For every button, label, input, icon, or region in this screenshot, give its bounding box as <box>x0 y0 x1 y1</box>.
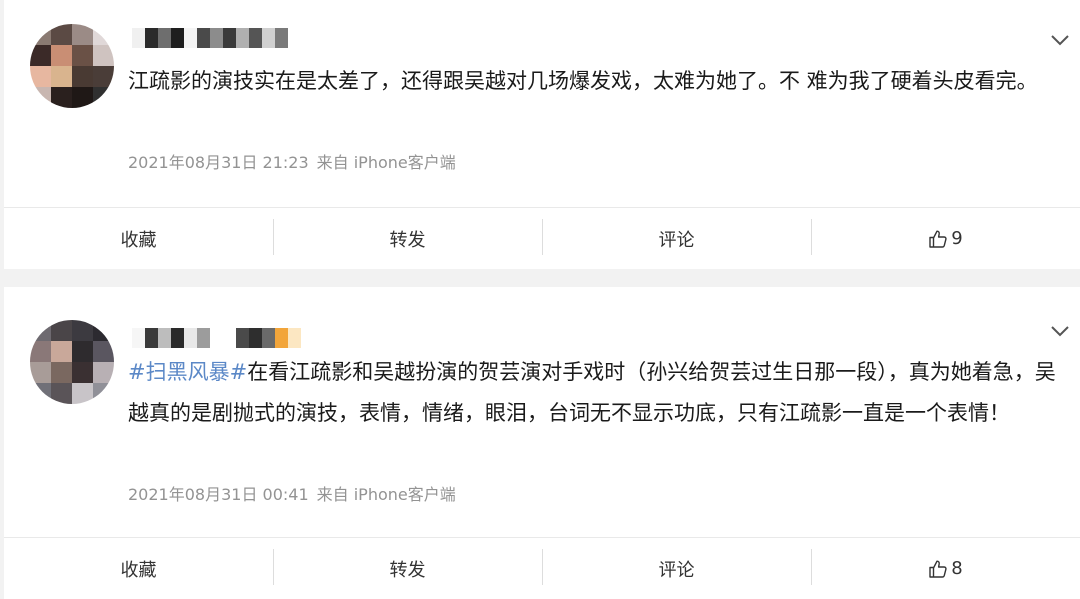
mosaic-cell <box>72 383 93 404</box>
mosaic-block <box>132 28 145 48</box>
mosaic-block <box>249 28 262 48</box>
mosaic-block <box>275 28 288 48</box>
post-source[interactable]: 来自 iPhone客户端 <box>317 153 456 172</box>
like-button[interactable]: 9 <box>811 208 1080 269</box>
comment-button[interactable]: 评论 <box>542 208 811 269</box>
mosaic-cell <box>51 383 72 404</box>
mosaic-block <box>236 328 249 348</box>
mosaic-cell <box>72 45 93 66</box>
mosaic-cell <box>30 362 51 383</box>
mosaic-cell <box>93 362 114 383</box>
post-source[interactable]: 来自 iPhone客户端 <box>317 485 456 504</box>
mosaic-cell <box>72 66 93 87</box>
mosaic-block <box>171 328 184 348</box>
repost-button[interactable]: 转发 <box>273 538 542 599</box>
mosaic-cell <box>51 362 72 383</box>
mosaic-cell <box>72 320 93 341</box>
like-count: 9 <box>951 228 963 249</box>
username-censored[interactable] <box>132 328 301 348</box>
mosaic-cell <box>93 45 114 66</box>
thumbs-up-icon <box>929 230 947 248</box>
like-count: 8 <box>951 558 963 579</box>
post-body-text: 江疏影的演技实在是太差了，还得跟吴越对几场爆发戏，太难为她了。不 难为我了硬着头… <box>128 69 1038 93</box>
mosaic-cell <box>30 383 51 404</box>
action-bar: 收藏 转发 评论 8 <box>4 537 1080 599</box>
post-body-text: 在看江疏影和吴越扮演的贺芸演对手戏时（孙兴给贺芸过生日那一段），真为她着急，吴越… <box>128 360 1056 425</box>
post-date: 2021年08月31日 21:23 <box>128 153 309 172</box>
mosaic-block <box>223 328 236 348</box>
repost-label: 转发 <box>389 229 426 251</box>
mosaic-cell <box>30 87 51 108</box>
action-bar: 收藏 转发 评论 9 <box>4 207 1080 269</box>
mosaic-block <box>223 28 236 48</box>
comment-label: 评论 <box>658 229 695 251</box>
post-meta: 2021年08月31日 00:41 来自 iPhone客户端 <box>128 481 456 505</box>
username-censored[interactable] <box>132 28 288 48</box>
post-meta: 2021年08月31日 21:23 来自 iPhone客户端 <box>128 149 456 173</box>
mosaic-block <box>262 328 275 348</box>
mosaic-block <box>132 328 145 348</box>
like-button[interactable]: 8 <box>811 538 1080 599</box>
avatar[interactable] <box>30 320 114 404</box>
mosaic-cell <box>72 87 93 108</box>
comment-button[interactable]: 评论 <box>542 538 811 599</box>
mosaic-cell <box>93 24 114 45</box>
mosaic-block <box>184 328 197 348</box>
mosaic-cell <box>30 341 51 362</box>
chevron-down-icon[interactable] <box>1050 324 1070 338</box>
mosaic-cell <box>93 341 114 362</box>
mosaic-block <box>288 328 301 348</box>
thumbs-up-icon <box>929 560 947 578</box>
mosaic-block <box>197 28 210 48</box>
post-text: #扫黑风暴#在看江疏影和吴越扮演的贺芸演对手戏时（孙兴给贺芸过生日那一段），真为… <box>128 352 1072 434</box>
avatar[interactable] <box>30 24 114 108</box>
repost-label: 转发 <box>389 559 426 581</box>
mosaic-cell <box>72 362 93 383</box>
post-text: 江疏影的演技实在是太差了，还得跟吴越对几场爆发戏，太难为她了。不 难为我了硬着头… <box>128 61 1072 102</box>
mosaic-block <box>236 28 249 48</box>
avatar-mosaic <box>30 320 114 404</box>
mosaic-block <box>210 328 223 348</box>
collect-button[interactable]: 收藏 <box>4 538 273 599</box>
mosaic-cell <box>51 66 72 87</box>
mosaic-cell <box>30 320 51 341</box>
comment-label: 评论 <box>658 559 695 581</box>
mosaic-cell <box>51 24 72 45</box>
mosaic-block <box>158 28 171 48</box>
repost-button[interactable]: 转发 <box>273 208 542 269</box>
mosaic-cell <box>51 87 72 108</box>
mosaic-block <box>262 28 275 48</box>
collect-label: 收藏 <box>120 559 157 581</box>
post-date: 2021年08月31日 00:41 <box>128 485 309 504</box>
hashtag-link[interactable]: #扫黑风暴# <box>128 360 247 384</box>
collect-label: 收藏 <box>120 229 157 251</box>
mosaic-block <box>145 328 158 348</box>
mosaic-block <box>184 28 197 48</box>
mosaic-cell <box>30 66 51 87</box>
mosaic-block <box>171 28 184 48</box>
mosaic-cell <box>51 320 72 341</box>
mosaic-cell <box>93 383 114 404</box>
mosaic-cell <box>30 45 51 66</box>
chevron-down-icon[interactable] <box>1050 33 1070 47</box>
mosaic-cell <box>72 24 93 45</box>
avatar-mosaic <box>30 24 114 108</box>
post-card: 江疏影的演技实在是太差了，还得跟吴越对几场爆发戏，太难为她了。不 难为我了硬着头… <box>4 0 1080 269</box>
mosaic-block <box>145 28 158 48</box>
mosaic-block <box>275 328 288 348</box>
post-card: #扫黑风暴#在看江疏影和吴越扮演的贺芸演对手戏时（孙兴给贺芸过生日那一段），真为… <box>4 287 1080 599</box>
mosaic-block <box>210 28 223 48</box>
mosaic-cell <box>30 24 51 45</box>
mosaic-cell <box>72 341 93 362</box>
mosaic-cell <box>51 341 72 362</box>
mosaic-cell <box>93 320 114 341</box>
mosaic-block <box>197 328 210 348</box>
mosaic-cell <box>93 66 114 87</box>
mosaic-cell <box>93 87 114 108</box>
mosaic-block <box>158 328 171 348</box>
collect-button[interactable]: 收藏 <box>4 208 273 269</box>
mosaic-cell <box>51 45 72 66</box>
mosaic-block <box>249 328 262 348</box>
